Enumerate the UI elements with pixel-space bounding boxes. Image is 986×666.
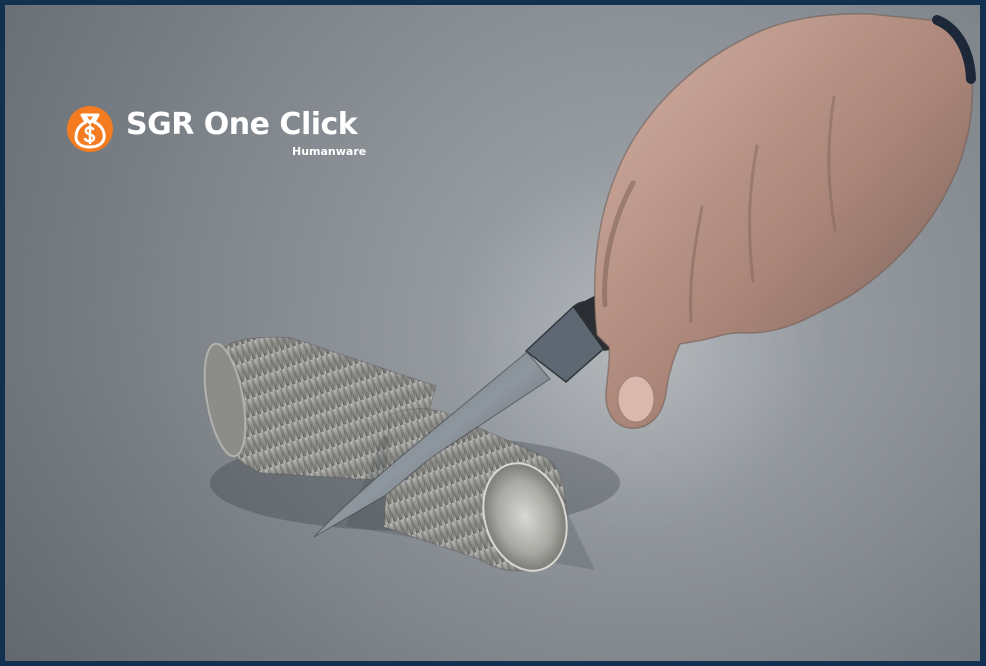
money-bag-icon xyxy=(67,106,113,152)
hero-frame: SGR One Click Humanware xyxy=(0,0,986,666)
brand-logo[interactable]: SGR One Click Humanware xyxy=(66,105,386,163)
hand xyxy=(593,13,974,429)
hero-photo xyxy=(203,13,976,572)
brand-name: SGR One Click xyxy=(126,107,358,142)
hero-banner: SGR One Click Humanware xyxy=(5,5,980,661)
brand-subtitle: Humanware xyxy=(292,145,367,158)
thumbnail xyxy=(617,375,655,423)
